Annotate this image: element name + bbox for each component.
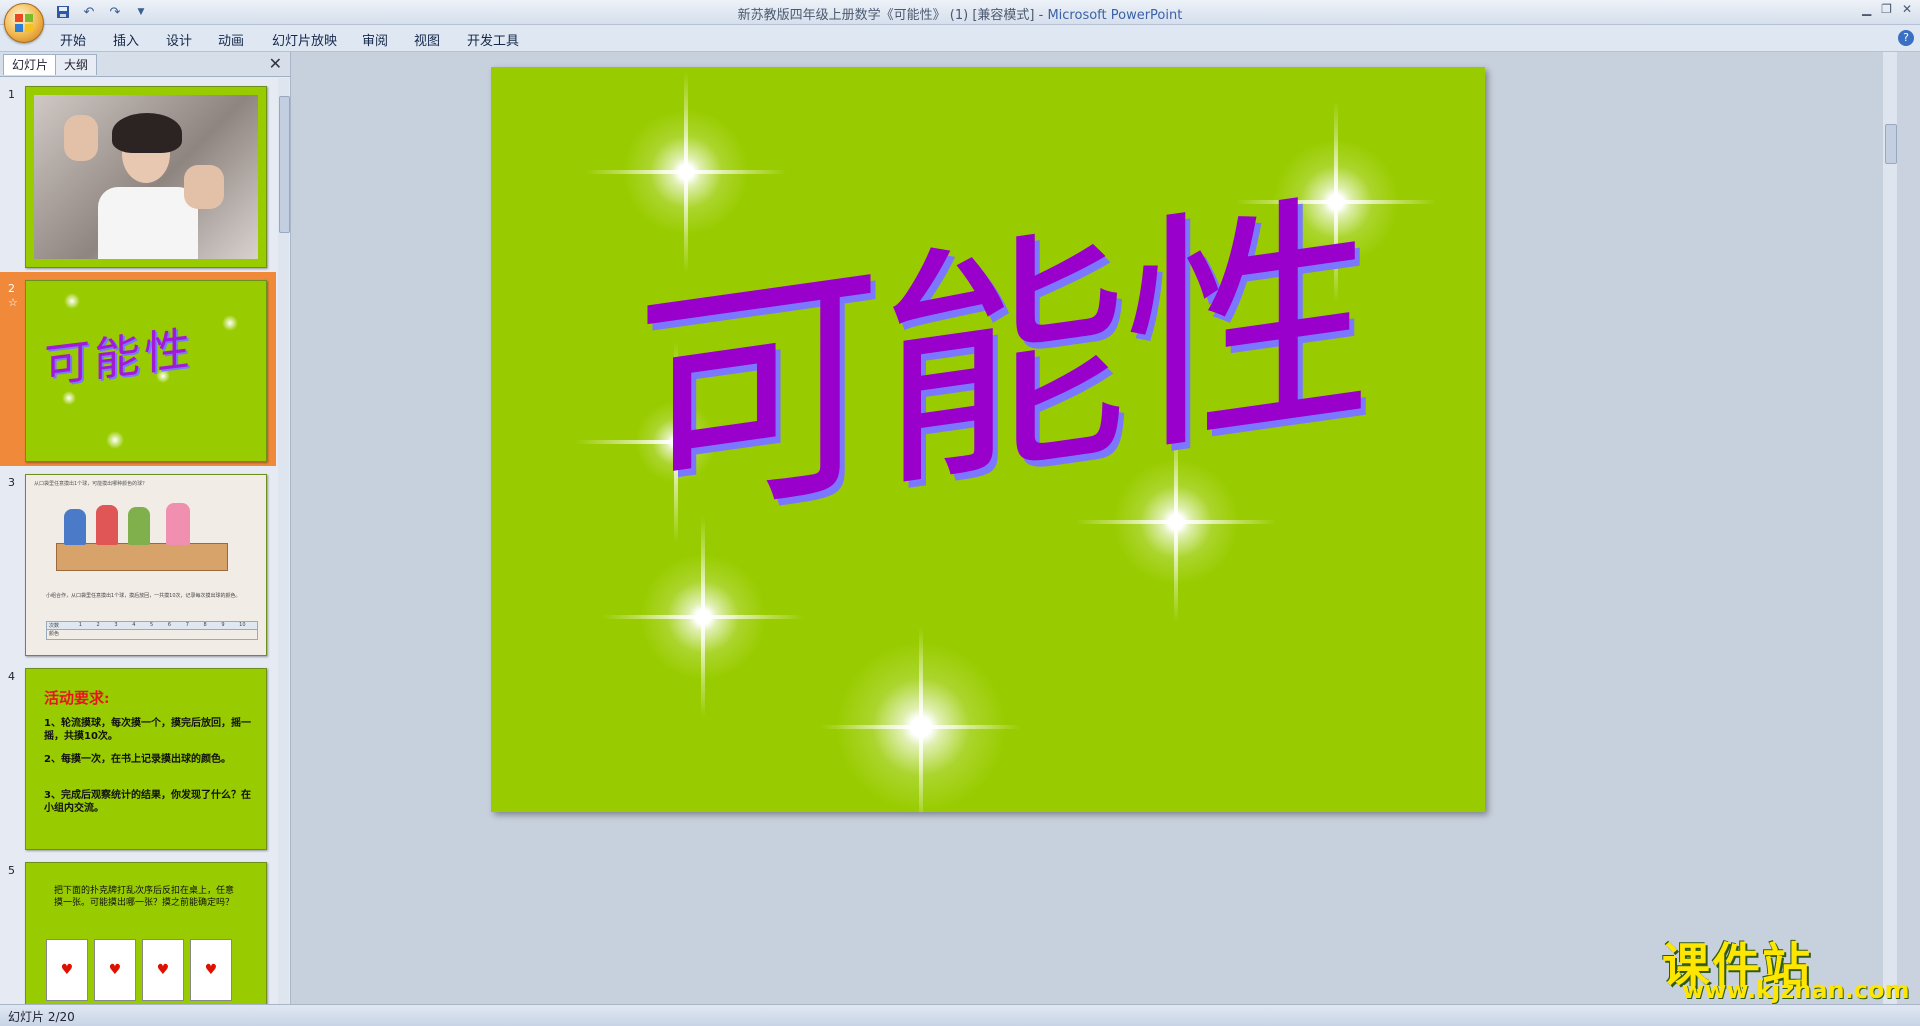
slide-number: 5 (8, 864, 15, 877)
playing-cards: ♥ ♥ ♥ ♥ (46, 939, 232, 1001)
thumb-sparkle (222, 315, 238, 331)
tab-insert[interactable]: 插入 (113, 30, 139, 49)
tab-review[interactable]: 审阅 (362, 30, 388, 49)
slide-indicator: 幻灯片 2/20 (8, 1010, 75, 1024)
close-window-icon[interactable]: ✕ (1902, 2, 1912, 16)
scrollbar-thumb[interactable] (279, 96, 290, 233)
record-table-row: 颜色 (46, 630, 258, 640)
tab-view[interactable]: 视图 (414, 30, 440, 49)
thumb-sparkle (64, 293, 80, 309)
panel-tabs: 幻灯片 大纲 ✕ (0, 52, 290, 77)
maximize-icon[interactable]: ❐ (1881, 2, 1892, 16)
title-bar: ↶ ↷ ▼ 新苏教版四年级上册数学《可能性》 (1) [兼容模式] - Micr… (0, 0, 1920, 25)
card-heart: ♥ (190, 939, 232, 1001)
thumb-text: 把下面的扑克牌打乱次序后反扣在桌上，任意摸一张。可能摸出哪一张？摸之前能确定吗？ (54, 886, 235, 908)
tab-animation[interactable]: 动画 (218, 30, 244, 49)
card-heart: ♥ (142, 939, 184, 1001)
slide-number: 3 (8, 476, 15, 489)
watermark-url: www.kjzhan.com (1682, 976, 1910, 1004)
office-logo-icon (15, 14, 33, 32)
status-bar: 幻灯片 2/20 (0, 1004, 1920, 1026)
watermark-logo: 课件站 www.kjzhan.com (1662, 926, 1912, 1006)
card-heart: ♥ (46, 939, 88, 1001)
textbook-illustration (46, 501, 228, 571)
sparkle (618, 532, 788, 702)
tab-slideshow[interactable]: 幻灯片放映 (272, 30, 337, 49)
slide-thumbnail-4[interactable]: 4 活动要求: 1、轮流摸球，每次摸一个，摸完后放回，摇一摇，共摸10次。 2、… (0, 660, 276, 854)
thumb-item: 2、每摸一次，在书上记录摸出球的颜色。 (44, 754, 231, 765)
slide-thumbnail-2[interactable]: 2 ☆ 可能性 (0, 272, 276, 466)
thumbnail-list: 1 2 ☆ 可能性 3 从口袋里任意摸出1个球，可能摸出哪种颜色的球？ 小组合作… (0, 78, 276, 1004)
tab-design[interactable]: 设计 (166, 30, 192, 49)
scrollbar-thumb[interactable] (1885, 124, 1897, 164)
thumbnail-canvas (25, 86, 267, 268)
current-slide[interactable]: 可能性 (491, 67, 1485, 812)
thumbnail-canvas: 把下面的扑克牌打乱次序后反扣在桌上，任意摸一张。可能摸出哪一张？摸之前能确定吗？… (25, 862, 267, 1004)
thumbnail-canvas: 活动要求: 1、轮流摸球，每次摸一个，摸完后放回，摇一摇，共摸10次。 2、每摸… (25, 668, 267, 850)
editor-scrollbar[interactable] (1883, 52, 1897, 1004)
thumb-title: 可能性 (44, 320, 194, 394)
thumb-heading: 活动要求: (44, 689, 110, 707)
slide-thumbnail-1[interactable]: 1 (0, 78, 276, 272)
textbook-question: 从口袋里任意摸出1个球，可能摸出哪种颜色的球？ (34, 481, 148, 487)
ribbon-tabs: 开始 插入 设计 动画 幻灯片放映 审阅 视图 开发工具 ? (0, 25, 1920, 52)
close-panel-icon[interactable]: ✕ (269, 54, 282, 73)
thumb-item: 3、完成后观察统计的结果，你发现了什么？在小组内交流。 (44, 790, 251, 814)
window-title: 新苏教版四年级上册数学《可能性》 (1) [兼容模式] - Microsoft … (737, 8, 1183, 23)
record-table-header: 次数 1 2 3 4 5 6 7 8 9 10 (46, 621, 258, 630)
animation-icon: ☆ (8, 296, 18, 309)
sparkle (806, 612, 1036, 812)
photo-image (34, 95, 258, 259)
tab-developer[interactable]: 开发工具 (467, 30, 519, 49)
slide-thumbnail-3[interactable]: 3 从口袋里任意摸出1个球，可能摸出哪种颜色的球？ 小组合作，从口袋里任意摸出1… (0, 466, 276, 660)
tab-slides[interactable]: 幻灯片 (3, 54, 58, 75)
office-button[interactable] (4, 3, 44, 43)
slide-number: 2 (8, 282, 15, 295)
thumbnail-scrollbar[interactable] (278, 78, 290, 1004)
help-icon[interactable]: ? (1898, 30, 1914, 46)
sparkle (601, 87, 771, 257)
record-table: 次数 1 2 3 4 5 6 7 8 9 10 颜色 (46, 621, 258, 640)
card-heart: ♥ (94, 939, 136, 1001)
slide-number: 1 (8, 88, 15, 101)
thumbnail-canvas: 可能性 (25, 280, 267, 462)
minimize-icon[interactable]: ▁ (1862, 2, 1871, 16)
thumb-sparkle (106, 431, 124, 449)
window-controls: ▁ ❐ ✕ (1862, 2, 1912, 16)
thumb-item: 1、轮流摸球，每次摸一个，摸完后放回，摇一摇，共摸10次。 (44, 718, 251, 742)
slide-editor: 可能性 (291, 52, 1897, 1004)
textbook-instructions: 小组合作，从口袋里任意摸出1个球，摸后放回，一共摸10次，记录每次摸出球的颜色。 (46, 593, 241, 599)
tab-outline[interactable]: 大纲 (55, 54, 98, 75)
tab-home[interactable]: 开始 (60, 30, 86, 49)
slide-number: 4 (8, 670, 15, 683)
slide-thumbnail-5[interactable]: 5 把下面的扑克牌打乱次序后反扣在桌上，任意摸一张。可能摸出哪一张？摸之前能确定… (0, 854, 276, 1004)
thumbnail-canvas: 从口袋里任意摸出1个球，可能摸出哪种颜色的球？ 小组合作，从口袋里任意摸出1个球… (25, 474, 267, 656)
slides-panel: 幻灯片 大纲 ✕ 1 2 ☆ 可能性 3 从口袋里任意摸出1个球，可能摸出哪种颜… (0, 52, 291, 1004)
